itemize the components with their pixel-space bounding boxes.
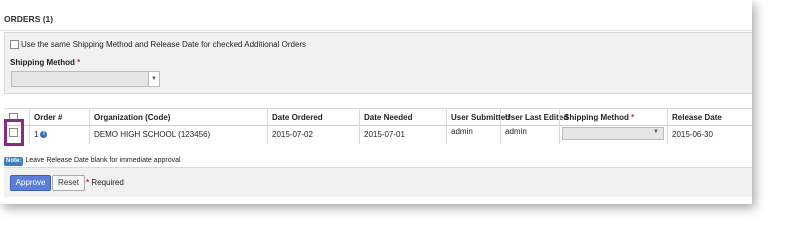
checkbox-highlight bbox=[4, 119, 24, 146]
header-order[interactable]: Order # bbox=[29, 109, 89, 126]
note: Note: Leave Release Date blank for immedi… bbox=[4, 157, 181, 166]
required-marker: * bbox=[77, 58, 81, 67]
note-text: Leave Release Date blank for immediate a… bbox=[25, 157, 181, 164]
user-submitted-cell: admin bbox=[446, 126, 500, 144]
required-note: * Required bbox=[86, 178, 124, 187]
shipping-method-label-text: Shipping Method bbox=[10, 58, 75, 67]
header-date-needed[interactable]: Date Needed bbox=[359, 109, 446, 126]
reset-button[interactable]: Reset bbox=[52, 175, 85, 191]
shipping-method-label: Shipping Method * bbox=[10, 58, 80, 67]
release-date-cell[interactable]: 2015-06-30 bbox=[667, 126, 752, 144]
shipping-method-cell: ▼ bbox=[559, 126, 667, 144]
form-footer: Approve Reset * Required bbox=[4, 167, 752, 197]
date-ordered-cell: 2015-07-02 bbox=[267, 126, 359, 144]
header-release-date[interactable]: Release Date bbox=[667, 109, 752, 126]
table-header: Order # Organization (Code) Date Ordered… bbox=[4, 109, 752, 126]
required-marker: * bbox=[631, 113, 635, 122]
divider bbox=[0, 30, 752, 31]
orders-panel: ORDERS (1) Use the same Shipping Method … bbox=[0, 0, 752, 204]
chevron-down-icon[interactable]: ▼ bbox=[653, 129, 659, 135]
header-shipping-method[interactable]: Shipping Method * bbox=[559, 109, 667, 126]
user-last-edited-cell: admin bbox=[500, 126, 559, 144]
chevron-down-icon[interactable]: ▼ bbox=[148, 72, 159, 86]
approve-button[interactable]: Approve bbox=[10, 175, 51, 191]
header-user-submitted[interactable]: User Submitted bbox=[446, 109, 510, 126]
shipping-method-select[interactable]: ▼ bbox=[11, 71, 160, 87]
info-icon[interactable]: i bbox=[40, 131, 48, 139]
header-user-last-edited[interactable]: User Last Edited bbox=[500, 109, 568, 126]
header-organization[interactable]: Organization (Code) bbox=[89, 109, 267, 126]
table-row: 1i DEMO HIGH SCHOOL (123456) 2015-07-02 … bbox=[4, 126, 752, 144]
row-shipping-method-select[interactable]: ▼ bbox=[562, 127, 664, 140]
order-number-cell: 1i bbox=[29, 126, 89, 144]
orders-table: Order # Organization (Code) Date Ordered… bbox=[4, 108, 752, 144]
required-text: Required bbox=[91, 178, 124, 187]
header-shipping-method-label: Shipping Method bbox=[564, 113, 629, 122]
header-date-ordered[interactable]: Date Ordered bbox=[267, 109, 359, 126]
same-shipping-label: Use the same Shipping Method and Release… bbox=[21, 40, 307, 49]
same-shipping-checkbox[interactable] bbox=[10, 40, 19, 49]
note-badge: Note: bbox=[4, 157, 24, 166]
date-needed-cell: 2015-07-01 bbox=[359, 126, 446, 144]
bulk-edit-box: Use the same Shipping Method and Release… bbox=[4, 32, 752, 94]
required-marker: * bbox=[86, 178, 90, 187]
organization-cell: DEMO HIGH SCHOOL (123456) bbox=[89, 126, 267, 144]
order-number[interactable]: 1 bbox=[34, 130, 38, 139]
section-title: ORDERS (1) bbox=[4, 14, 54, 24]
